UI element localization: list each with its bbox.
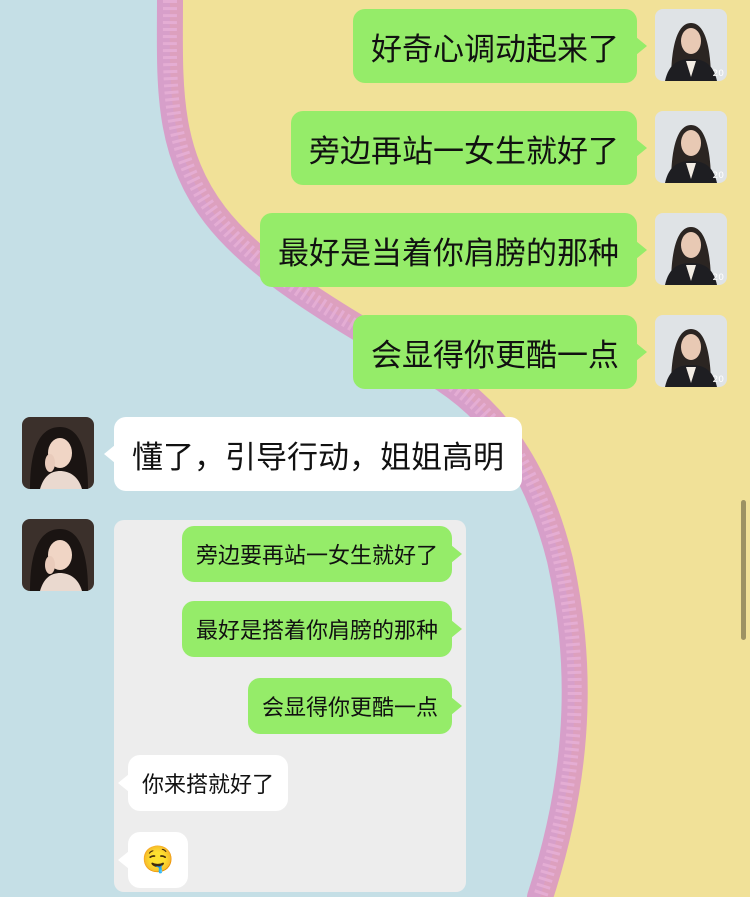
- self-avatar[interactable]: 20: [655, 9, 727, 81]
- avatar-badge: 20: [712, 171, 724, 181]
- embedded-sent-message-2: 最好是搭着你肩膀的那种: [181, 601, 452, 657]
- scrollbar[interactable]: [741, 500, 746, 640]
- contact-avatar[interactable]: [22, 519, 94, 591]
- sent-message-4[interactable]: 会显得你更酷一点: [353, 315, 637, 389]
- drooling-face-emoji: 🤤: [141, 845, 175, 875]
- sent-message-1[interactable]: 好奇心调动起来了: [353, 9, 637, 83]
- self-avatar[interactable]: 20: [655, 213, 727, 285]
- embedded-received-message: 你来搭就好了: [128, 755, 289, 811]
- avatar-badge: 20: [712, 375, 724, 385]
- contact-avatar-image: [22, 519, 94, 591]
- contact-avatar-image: [22, 417, 94, 489]
- embedded-sent-message-1: 旁边要再站一女生就好了: [181, 526, 452, 582]
- contact-avatar[interactable]: [22, 417, 94, 489]
- embedded-chat-screenshot[interactable]: 旁边要再站一女生就好了 最好是搭着你肩膀的那种 会显得你更酷一点 你来搭就好了 …: [114, 520, 466, 892]
- embedded-emoji-message: 🤤: [128, 832, 188, 888]
- received-message[interactable]: 懂了，引导行动，姐姐高明: [114, 417, 522, 491]
- avatar-badge: 20: [712, 69, 724, 79]
- self-avatar[interactable]: 20: [655, 111, 727, 183]
- avatar-badge: 20: [712, 273, 724, 283]
- embedded-sent-message-3: 会显得你更酷一点: [247, 678, 452, 734]
- sent-message-2[interactable]: 旁边再站一女生就好了: [291, 111, 637, 185]
- self-avatar[interactable]: 20: [655, 315, 727, 387]
- sent-message-3[interactable]: 最好是当着你肩膀的那种: [260, 213, 637, 287]
